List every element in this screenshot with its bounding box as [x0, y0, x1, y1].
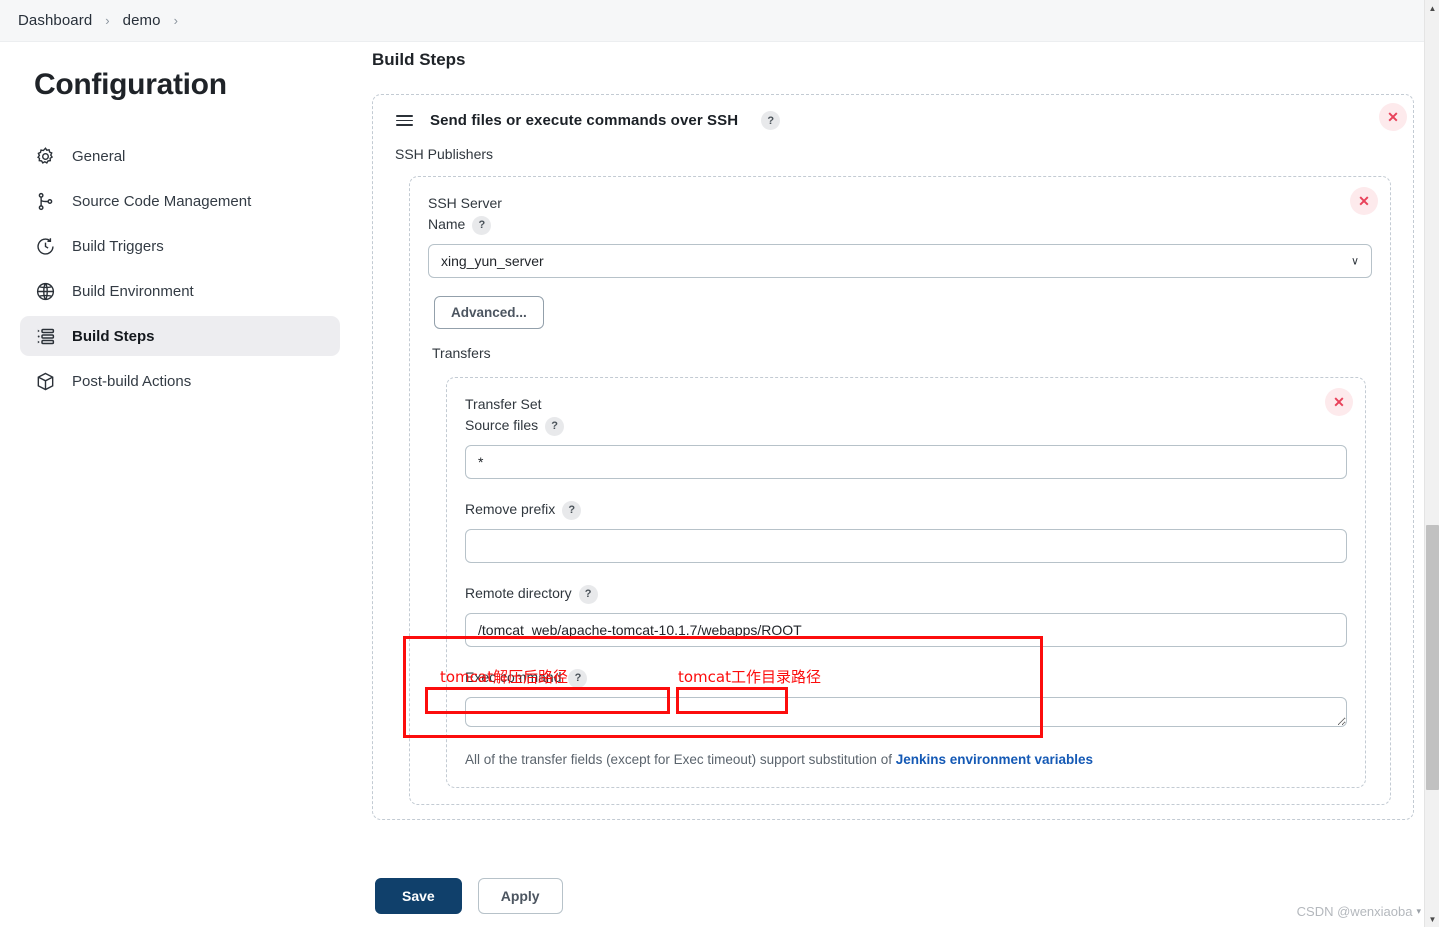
page-title: Build Steps — [372, 50, 466, 69]
ssh-server-label-line2: Name — [428, 216, 466, 232]
help-icon[interactable]: ? — [545, 416, 565, 436]
branch-icon — [34, 190, 56, 212]
sidebar-item-build-steps[interactable]: Build Steps — [20, 316, 340, 356]
save-button[interactable]: Save — [375, 878, 462, 914]
caret-down-icon: ▾ — [1416, 906, 1421, 916]
exec-command-label: Exec command — [465, 669, 562, 685]
breadcrumb: Dashboard › demo › — [0, 0, 1424, 42]
sidebar-item-build-environment[interactable]: Build Environment — [20, 271, 340, 311]
source-files-label: Source files — [465, 417, 539, 433]
exec-command-label-row: Exec command? — [465, 667, 1347, 688]
help-icon[interactable]: ? — [578, 584, 598, 604]
sidebar-item-post-build-actions[interactable]: Post-build Actions — [20, 361, 340, 401]
ssh-publishers-label: SSH Publishers — [395, 146, 494, 162]
transfers-label: Transfers — [432, 345, 491, 361]
sidebar-item-label: Build Steps — [72, 327, 155, 345]
gear-icon — [34, 145, 56, 167]
build-step-panel: ✕ Send files or execute commands over SS… — [372, 94, 1414, 820]
remote-directory-label-row: Remote directory? — [465, 583, 1347, 604]
remote-directory-input[interactable] — [465, 613, 1347, 647]
watermark: CSDN @wenxiaoba ▾ — [1297, 904, 1421, 919]
delete-build-step-button[interactable]: ✕ — [1379, 103, 1407, 131]
build-step-header: Send files or execute commands over SSH … — [391, 109, 1397, 130]
scroll-down-arrow-icon[interactable]: ▼ — [1425, 911, 1439, 927]
apply-button[interactable]: Apply — [477, 878, 563, 914]
transfer-fields-note-text: All of the transfer fields (except for E… — [465, 752, 896, 767]
sidebar-item-source-code-management[interactable]: Source Code Management — [20, 181, 340, 221]
watermark-text: CSDN @wenxiaoba — [1296, 904, 1413, 919]
ssh-server-select[interactable]: xing_yun_server — [428, 244, 1372, 278]
help-icon[interactable]: ? — [562, 500, 582, 520]
sidebar-item-label: Source Code Management — [72, 192, 252, 210]
sidebar-nav: General Source Code Management Build Tri… — [0, 136, 360, 401]
app-window: Dashboard › demo › Configuration General — [0, 0, 1439, 927]
clock-icon — [34, 235, 56, 257]
delete-transfer-set-button[interactable]: ✕ — [1325, 388, 1353, 416]
sidebar-item-label: Build Environment — [72, 282, 194, 300]
exec-command-textarea[interactable] — [465, 697, 1347, 727]
transfer-fields-note: All of the transfer fields (except for E… — [465, 752, 1347, 767]
sidebar: Configuration General Source Code Manage… — [0, 42, 360, 927]
globe-icon — [34, 280, 56, 302]
help-icon[interactable]: ? — [472, 215, 492, 235]
ssh-server-panel: ✕ SSH Server Name? xing_yun_server ∨ Adv… — [409, 176, 1391, 805]
form-footer: Save Apply — [360, 865, 1424, 927]
remove-prefix-input[interactable] — [465, 529, 1347, 563]
sidebar-item-general[interactable]: General — [20, 136, 340, 176]
source-files-input[interactable] — [465, 445, 1347, 479]
remote-directory-label: Remote directory — [465, 585, 572, 601]
scroll-up-arrow-icon[interactable]: ▲ — [1425, 0, 1439, 16]
breadcrumb-item-dashboard[interactable]: Dashboard — [14, 10, 96, 31]
drag-handle-icon[interactable] — [395, 112, 414, 129]
sidebar-item-build-triggers[interactable]: Build Triggers — [20, 226, 340, 266]
box-icon — [34, 370, 56, 392]
jenkins-env-variables-link[interactable]: Jenkins environment variables — [896, 752, 1093, 767]
sidebar-title: Configuration — [34, 68, 227, 101]
list-icon — [34, 325, 56, 347]
build-step-title: Send files or execute commands over SSH — [430, 112, 739, 129]
help-icon[interactable]: ? — [761, 111, 781, 130]
help-icon[interactable]: ? — [568, 668, 588, 688]
breadcrumb-separator-icon: › — [173, 13, 178, 28]
sidebar-item-label: Build Triggers — [72, 237, 164, 255]
transfer-set-panel: ✕ Transfer Set Source files? Remove pref… — [446, 377, 1366, 788]
sidebar-item-label: Post-build Actions — [72, 372, 192, 390]
ssh-server-select-wrap: xing_yun_server ∨ — [428, 235, 1372, 278]
main-content: Build Steps ✕ Send files or execute comm… — [360, 42, 1424, 927]
advanced-button[interactable]: Advanced... — [434, 296, 544, 329]
delete-ssh-server-button[interactable]: ✕ — [1350, 187, 1378, 215]
page-scrollbar[interactable]: ▲ ▼ — [1424, 0, 1439, 927]
remove-prefix-label-row: Remove prefix? — [465, 499, 1347, 520]
scrollbar-thumb[interactable] — [1426, 525, 1439, 790]
breadcrumb-item-demo[interactable]: demo — [119, 10, 165, 31]
sidebar-item-label: General — [72, 147, 126, 165]
transfer-set-label: Transfer Set Source files? — [465, 394, 1347, 436]
remove-prefix-label: Remove prefix — [465, 501, 556, 517]
breadcrumb-separator-icon: › — [105, 13, 110, 28]
ssh-server-label: SSH Server Name? — [428, 193, 1372, 235]
ssh-server-label-line1: SSH Server — [428, 195, 502, 211]
transfer-set-title: Transfer Set — [465, 396, 542, 412]
